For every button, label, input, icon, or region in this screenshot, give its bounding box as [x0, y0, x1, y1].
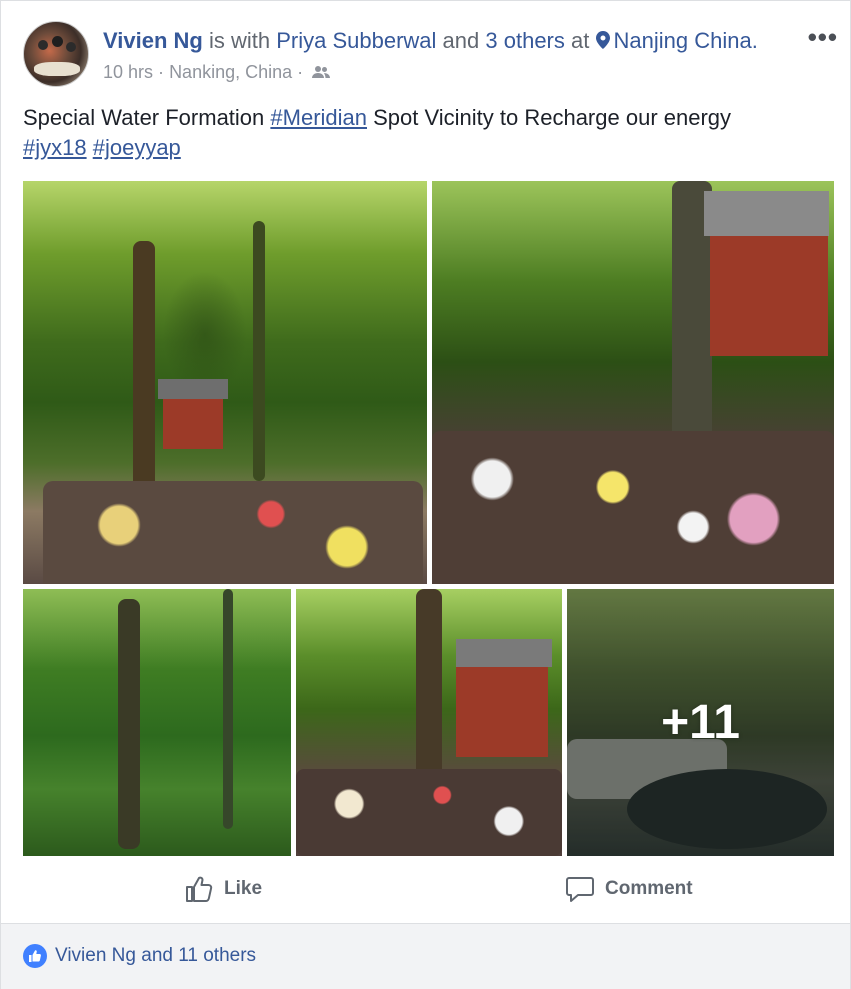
post-place-link[interactable]: Nanking, China	[169, 62, 292, 82]
meta-separator: ·	[158, 62, 165, 82]
comment-icon	[566, 877, 594, 902]
like-button[interactable]: Like	[184, 873, 262, 905]
reactions-bar: Vivien Ng and 11 others	[1, 923, 850, 989]
comment-button[interactable]: Comment	[565, 873, 693, 905]
more-photos-count: +11	[661, 696, 740, 749]
post-meta: 10 hrs · Nanking, China ·	[103, 61, 331, 83]
reactions-text: Vivien Ng and 11 others	[55, 945, 257, 966]
others-link[interactable]: 3 others	[485, 28, 565, 53]
like-reaction-icon	[23, 944, 47, 968]
with-text: is with	[208, 28, 271, 53]
comment-label: Comment	[605, 878, 693, 899]
author-avatar[interactable]	[23, 21, 89, 87]
post-photo-5[interactable]: +11	[567, 589, 834, 856]
tagged-person-link[interactable]: Priya Subberwal	[276, 28, 436, 53]
post-headline: Vivien Ng is with Priya Subberwal and 3 …	[103, 27, 758, 55]
reactions-summary[interactable]: Vivien Ng and 11 others	[23, 944, 256, 968]
post-text-start: Special Water Formation	[23, 105, 271, 130]
meta-separator-2: ·	[297, 62, 304, 82]
post-photo-3[interactable]	[23, 589, 291, 856]
hashtag-joeyyap[interactable]: #joeyyap	[93, 135, 181, 160]
post-header: Vivien Ng is with Priya Subberwal and 3 …	[23, 21, 850, 91]
post-timestamp[interactable]: 10 hrs	[103, 62, 153, 82]
post-actions: Like Comment	[1, 863, 850, 915]
hashtag-meridian[interactable]: #Meridian	[270, 105, 367, 130]
post-photo-1[interactable]	[23, 181, 427, 584]
thumbs-up-icon	[186, 876, 213, 902]
more-photos-overlay[interactable]: +11	[567, 589, 834, 856]
post-photo-4[interactable]	[296, 589, 562, 856]
post-card: Vivien Ng is with Priya Subberwal and 3 …	[0, 0, 851, 989]
at-text: at	[571, 28, 590, 53]
like-label: Like	[224, 878, 263, 899]
post-photo-2[interactable]	[432, 181, 834, 584]
post-text-end: Spot Vicinity to Recharge our energy	[367, 105, 732, 130]
location-name: Nanjing China.	[613, 28, 758, 53]
friends-icon[interactable]	[312, 65, 331, 79]
more-options-button[interactable]: •••	[808, 24, 838, 50]
location-pin-icon	[595, 31, 610, 49]
and-text: and	[442, 28, 480, 53]
hashtag-jyx18[interactable]: #jyx18	[23, 135, 87, 160]
post-text: Special Water Formation #Meridian Spot V…	[23, 103, 823, 163]
author-name-link[interactable]: Vivien Ng	[103, 28, 203, 53]
location-link[interactable]: Nanjing China.	[595, 28, 758, 53]
